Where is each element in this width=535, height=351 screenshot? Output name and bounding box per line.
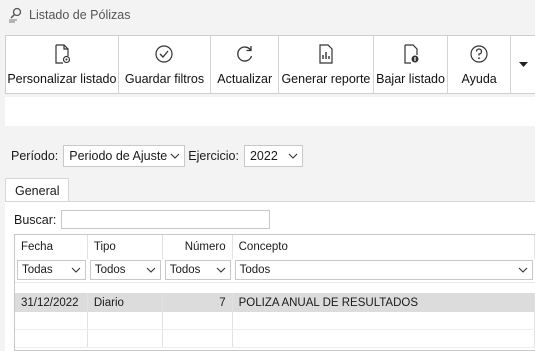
toolbar-overflow-button[interactable] bbox=[511, 36, 535, 93]
help-label: Ayuda bbox=[461, 72, 497, 86]
search-label: Buscar: bbox=[14, 212, 57, 227]
customize-list-button[interactable]: Personalizar listado bbox=[6, 36, 119, 93]
download-list-label: Bajar listado bbox=[376, 72, 445, 86]
grid-header: Fecha Tipo Número Concepto bbox=[15, 235, 535, 259]
refresh-label: Actualizar bbox=[217, 72, 273, 86]
table-row[interactable]: 31/12/2022 Diario 7 POLIZA ANUAL DE RESU… bbox=[15, 293, 535, 312]
tab-general[interactable]: General bbox=[5, 178, 70, 203]
help-button[interactable]: Ayuda bbox=[448, 36, 511, 93]
polizas-grid: Fecha Tipo Número Concepto Todas Todos T… bbox=[14, 234, 535, 351]
numero-filter-value: Todos bbox=[169, 264, 201, 276]
window-title: Listado de Pólizas bbox=[29, 8, 131, 22]
help-icon bbox=[470, 45, 488, 63]
chevron-down-icon bbox=[288, 153, 298, 159]
generate-report-button[interactable]: Generar reporte bbox=[279, 36, 374, 93]
concepto-filter-select[interactable]: Todos bbox=[234, 260, 533, 280]
fecha-filter-select[interactable]: Todas bbox=[17, 260, 86, 280]
cell-numero: 7 bbox=[163, 293, 233, 312]
ejercicio-select[interactable]: 2022 bbox=[243, 145, 303, 167]
cell-concepto: POLIZA ANUAL DE RESULTADOS bbox=[233, 293, 535, 312]
toolbar-spacer-band bbox=[5, 97, 535, 126]
customize-icon bbox=[55, 44, 70, 64]
fecha-filter-value: Todas bbox=[22, 264, 53, 276]
chevron-down-icon bbox=[518, 267, 528, 273]
column-header-concepto[interactable]: Concepto bbox=[233, 235, 535, 259]
title-bar: Listado de Pólizas bbox=[0, 0, 535, 30]
column-header-numero[interactable]: Número bbox=[163, 235, 233, 259]
customize-list-label: Personalizar listado bbox=[7, 72, 117, 86]
report-icon bbox=[319, 44, 333, 64]
caret-down-icon bbox=[518, 61, 528, 67]
ejercicio-value: 2022 bbox=[249, 149, 278, 163]
concepto-filter-value: Todos bbox=[239, 264, 271, 276]
grid-filter-row: Todas Todos Todos Todos bbox=[15, 259, 535, 283]
tipo-filter-value: Todos bbox=[94, 264, 126, 276]
column-header-fecha[interactable]: Fecha bbox=[15, 235, 88, 259]
chevron-down-icon bbox=[146, 267, 156, 273]
save-filters-label: Guardar filtros bbox=[124, 72, 205, 86]
search-input[interactable] bbox=[61, 210, 270, 229]
general-panel: Buscar: Fecha Tipo Número Concepto Todas… bbox=[5, 201, 535, 351]
numero-filter-select[interactable]: Todos bbox=[164, 260, 231, 280]
empty-row bbox=[15, 312, 535, 330]
tipo-filter-select[interactable]: Todos bbox=[89, 260, 161, 280]
download-list-button[interactable]: Bajar listado bbox=[374, 36, 449, 93]
periodo-label: Período: bbox=[11, 149, 59, 163]
cell-fecha: 31/12/2022 bbox=[15, 293, 88, 312]
toolbar: Personalizar listado Guardar filtros Act… bbox=[5, 35, 535, 94]
column-header-tipo[interactable]: Tipo bbox=[88, 235, 163, 259]
search-row: Buscar: bbox=[14, 210, 270, 229]
periodo-value: Periodo de Ajuste bbox=[69, 149, 168, 163]
chevron-down-icon bbox=[71, 267, 81, 273]
periodo-select[interactable]: Periodo de Ajuste bbox=[63, 145, 186, 167]
tab-strip: General bbox=[5, 178, 70, 203]
check-circle-icon bbox=[155, 45, 174, 63]
generate-report-label: Generar reporte bbox=[281, 72, 371, 86]
ejercicio-label: Ejercicio: bbox=[188, 149, 239, 163]
refresh-icon bbox=[236, 46, 252, 62]
refresh-button[interactable]: Actualizar bbox=[211, 36, 280, 93]
search-list-icon bbox=[7, 6, 25, 24]
chevron-down-icon bbox=[170, 153, 180, 159]
save-filters-button[interactable]: Guardar filtros bbox=[119, 36, 212, 93]
chevron-down-icon bbox=[216, 267, 225, 273]
filter-bar: Período: Periodo de Ajuste Ejercicio: 20… bbox=[5, 140, 535, 172]
cell-tipo: Diario bbox=[88, 293, 163, 312]
empty-row bbox=[15, 330, 535, 348]
download-doc-icon bbox=[403, 44, 419, 64]
